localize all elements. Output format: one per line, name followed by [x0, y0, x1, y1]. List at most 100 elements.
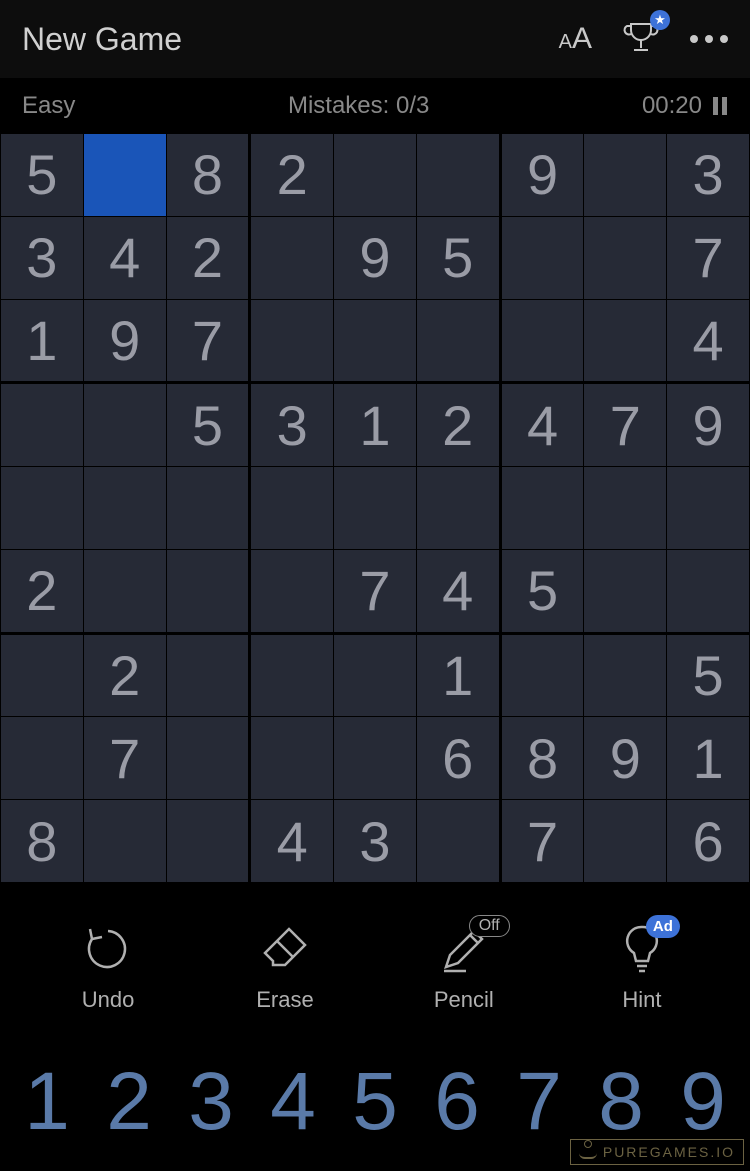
cell[interactable]: [334, 467, 416, 549]
cell[interactable]: [84, 800, 166, 882]
cell[interactable]: 2: [251, 134, 333, 216]
cell[interactable]: 7: [84, 717, 166, 799]
cell[interactable]: 7: [584, 384, 666, 466]
cell[interactable]: 2: [1, 550, 83, 632]
cell[interactable]: [584, 300, 666, 382]
cell[interactable]: 9: [584, 717, 666, 799]
numpad-7[interactable]: 7: [498, 1055, 580, 1149]
cell[interactable]: [417, 467, 499, 549]
hint-button[interactable]: Ad Hint: [614, 921, 670, 1013]
cell[interactable]: 1: [667, 717, 749, 799]
cell[interactable]: [334, 300, 416, 382]
cell[interactable]: [584, 134, 666, 216]
cell[interactable]: 4: [502, 384, 584, 466]
cell[interactable]: [251, 550, 333, 632]
cell[interactable]: [334, 134, 416, 216]
cell[interactable]: [167, 800, 249, 882]
cell[interactable]: 9: [502, 134, 584, 216]
numpad-6[interactable]: 6: [416, 1055, 498, 1149]
cell[interactable]: 4: [251, 800, 333, 882]
cell[interactable]: [84, 550, 166, 632]
cell[interactable]: 3: [1, 217, 83, 299]
cell[interactable]: [167, 467, 249, 549]
cell[interactable]: [502, 300, 584, 382]
new-game-button[interactable]: New Game: [22, 21, 182, 58]
trophy-icon[interactable]: ★: [620, 16, 662, 63]
cell[interactable]: [251, 467, 333, 549]
cell[interactable]: 3: [667, 134, 749, 216]
numpad-8[interactable]: 8: [580, 1055, 662, 1149]
cell[interactable]: [167, 717, 249, 799]
cell[interactable]: 3: [251, 384, 333, 466]
numpad-4[interactable]: 4: [252, 1055, 334, 1149]
cell[interactable]: 7: [667, 217, 749, 299]
cell[interactable]: [334, 717, 416, 799]
cell[interactable]: 4: [84, 217, 166, 299]
numpad-5[interactable]: 5: [334, 1055, 416, 1149]
cell[interactable]: [584, 217, 666, 299]
cell[interactable]: [1, 717, 83, 799]
cell[interactable]: [1, 384, 83, 466]
cell[interactable]: [417, 800, 499, 882]
more-icon[interactable]: [690, 35, 728, 43]
cell[interactable]: 2: [417, 384, 499, 466]
cell[interactable]: [1, 467, 83, 549]
cell[interactable]: [667, 550, 749, 632]
cell[interactable]: [417, 300, 499, 382]
cell[interactable]: 8: [167, 134, 249, 216]
cell[interactable]: 5: [502, 550, 584, 632]
font-size-icon[interactable]: AA: [559, 22, 592, 56]
numpad-9[interactable]: 9: [662, 1055, 744, 1149]
cell[interactable]: 7: [334, 550, 416, 632]
cell[interactable]: [1, 635, 83, 717]
cell[interactable]: 5: [417, 217, 499, 299]
cell[interactable]: 3: [334, 800, 416, 882]
cell[interactable]: [84, 467, 166, 549]
cell[interactable]: [167, 550, 249, 632]
cell[interactable]: [584, 800, 666, 882]
cell[interactable]: [584, 467, 666, 549]
pencil-button[interactable]: Off Pencil: [434, 921, 494, 1013]
cell[interactable]: [502, 467, 584, 549]
erase-button[interactable]: Erase: [256, 921, 313, 1013]
cell[interactable]: [251, 635, 333, 717]
cell[interactable]: [584, 550, 666, 632]
cell[interactable]: 8: [502, 717, 584, 799]
pause-icon[interactable]: [712, 96, 728, 116]
cell[interactable]: 7: [502, 800, 584, 882]
cell[interactable]: [667, 467, 749, 549]
cell[interactable]: 2: [84, 635, 166, 717]
cell[interactable]: [334, 635, 416, 717]
cell[interactable]: 6: [667, 800, 749, 882]
board-box: 278: [1, 635, 248, 882]
numpad-2[interactable]: 2: [88, 1055, 170, 1149]
cell[interactable]: 6: [417, 717, 499, 799]
cell[interactable]: 4: [667, 300, 749, 382]
cell[interactable]: [84, 134, 166, 216]
cell[interactable]: [167, 635, 249, 717]
cell[interactable]: 1: [334, 384, 416, 466]
cell[interactable]: 2: [167, 217, 249, 299]
cell[interactable]: 1: [1, 300, 83, 382]
cell[interactable]: 4: [417, 550, 499, 632]
cell[interactable]: [417, 134, 499, 216]
cell[interactable]: 9: [334, 217, 416, 299]
cell[interactable]: [251, 717, 333, 799]
cell[interactable]: 7: [167, 300, 249, 382]
cell[interactable]: 8: [1, 800, 83, 882]
cell[interactable]: 5: [167, 384, 249, 466]
cell[interactable]: 5: [667, 635, 749, 717]
cell[interactable]: [502, 217, 584, 299]
cell[interactable]: 9: [84, 300, 166, 382]
numpad-1[interactable]: 1: [6, 1055, 88, 1149]
cell[interactable]: [251, 300, 333, 382]
cell[interactable]: [84, 384, 166, 466]
cell[interactable]: 1: [417, 635, 499, 717]
cell[interactable]: [251, 217, 333, 299]
cell[interactable]: [584, 635, 666, 717]
cell[interactable]: [502, 635, 584, 717]
numpad-3[interactable]: 3: [170, 1055, 252, 1149]
undo-button[interactable]: Undo: [80, 921, 136, 1013]
cell[interactable]: 5: [1, 134, 83, 216]
cell[interactable]: 9: [667, 384, 749, 466]
